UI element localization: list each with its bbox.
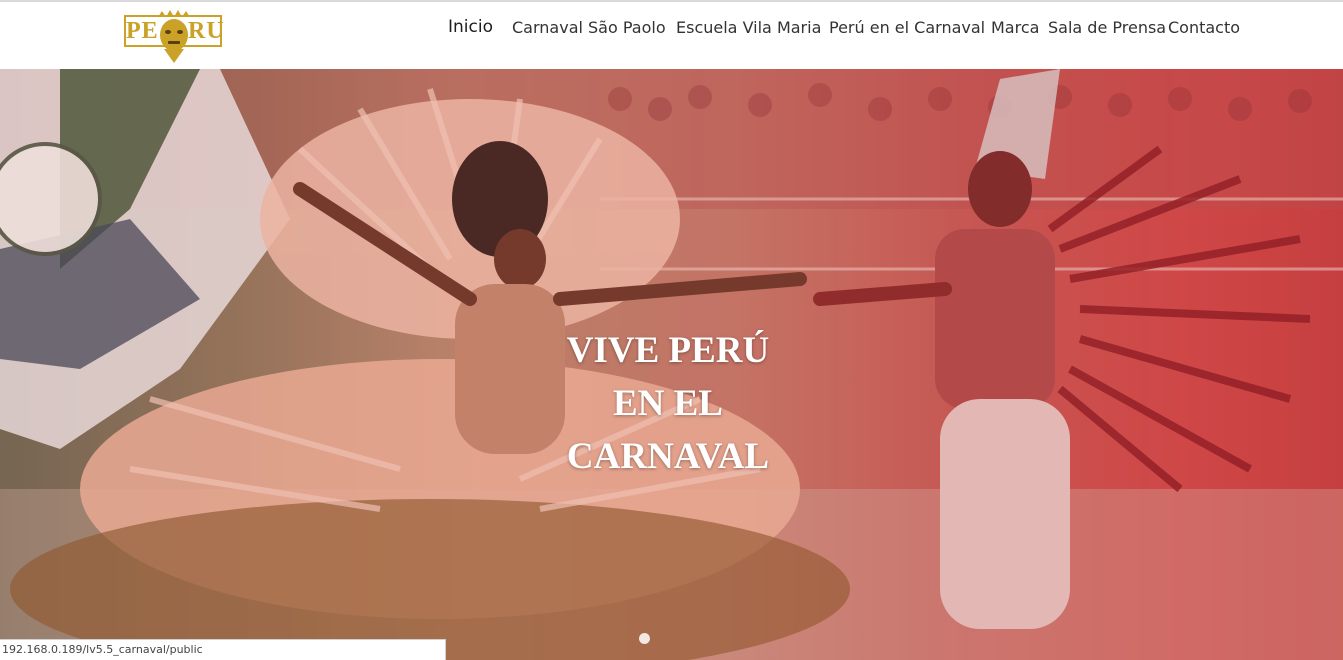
- status-url: 192.168.0.189/lv5.5_carnaval/public: [2, 643, 203, 656]
- page: PE RU Inicio Carnaval São Paolo Escuela …: [0, 0, 1343, 660]
- nav-item-contacto[interactable]: Contacto: [1168, 18, 1240, 37]
- browser-status-bar: 192.168.0.189/lv5.5_carnaval/public: [0, 639, 446, 660]
- hero-title: VIVE PERÚ EN EL CARNAVAL: [518, 324, 818, 483]
- hero-title-line1: VIVE PERÚ: [566, 329, 770, 371]
- nav-item-carnaval-sao-paolo[interactable]: Carnaval São Paolo: [512, 18, 666, 37]
- main-nav: Inicio Carnaval São Paolo Escuela Vila M…: [0, 2, 1343, 56]
- nav-item-peru-en-el-carnaval[interactable]: Perú en el Carnaval: [829, 18, 985, 37]
- nav-item-inicio[interactable]: Inicio: [448, 17, 493, 37]
- hero-slider: VIVE PERÚ EN EL CARNAVAL: [0, 69, 1343, 660]
- nav-item-marca[interactable]: Marca: [991, 18, 1039, 37]
- nav-item-escuela-vila-maria[interactable]: Escuela Vila Maria: [676, 18, 821, 37]
- hero-title-line2: EN EL: [612, 382, 723, 424]
- hero-title-line3: CARNAVAL: [566, 435, 770, 477]
- navbar: PE RU Inicio Carnaval São Paolo Escuela …: [0, 2, 1343, 69]
- slider-dot[interactable]: [639, 633, 650, 644]
- nav-item-sala-de-prensa[interactable]: Sala de Prensa: [1048, 18, 1166, 37]
